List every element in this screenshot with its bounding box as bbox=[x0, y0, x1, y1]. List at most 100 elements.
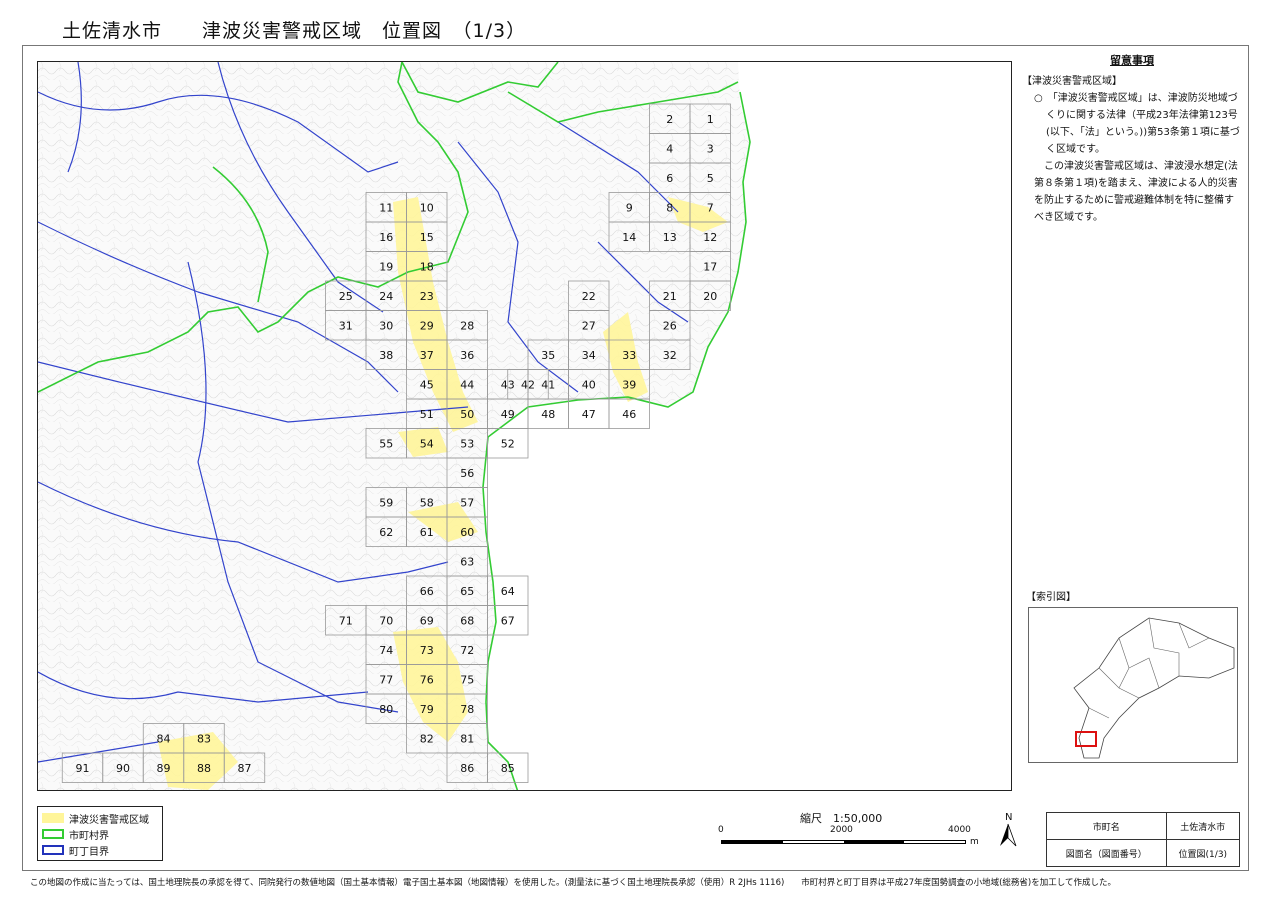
map-tile-label: 84 bbox=[157, 732, 171, 745]
map-tile-label: 49 bbox=[501, 408, 515, 421]
map-tile-label: 16 bbox=[379, 231, 393, 244]
map-tile-label: 91 bbox=[76, 762, 90, 775]
map-tile-label: 32 bbox=[663, 349, 677, 362]
notes-paragraph-2: この津波災害警戒区域は、津波浸水想定(法第８条第１項)を踏まえ、津波による人的災… bbox=[1034, 161, 1238, 223]
legend-item-municipal-boundary: 市町村界 bbox=[42, 826, 158, 842]
map-tile-label: 24 bbox=[379, 290, 393, 303]
map-tile-label: 8 bbox=[666, 201, 673, 214]
info-municipality-label: 市町名 bbox=[1046, 812, 1167, 840]
map-tile-label: 13 bbox=[663, 231, 677, 244]
notes-paragraph-1: ○ 「津波災害警戒区域」は、津波防災地域づくりに関する法律（平成23年法律第12… bbox=[1034, 93, 1240, 155]
map-tile-label: 28 bbox=[460, 319, 474, 332]
map-tile-label: 82 bbox=[420, 732, 434, 745]
map-tile-label: 57 bbox=[460, 496, 474, 509]
north-arrow: N bbox=[996, 812, 1020, 848]
scale-title: 縮尺 1:50,000 bbox=[800, 812, 883, 825]
map-tile-label: 2 bbox=[666, 113, 673, 126]
map-tile-label: 54 bbox=[420, 437, 434, 450]
north-arrow-icon bbox=[1000, 823, 1017, 847]
map-tile-label: 44 bbox=[460, 378, 474, 391]
footer-credit: この地図の作成に当たっては、国土地理院長の承認を得て、同院発行の数値地図（国土基… bbox=[30, 878, 1116, 888]
map-tile-label: 35 bbox=[541, 349, 555, 362]
map-tile-label: 21 bbox=[663, 290, 677, 303]
map-tile-label: 34 bbox=[582, 349, 596, 362]
map-tile-label: 14 bbox=[622, 231, 636, 244]
map-tile-label: 20 bbox=[703, 290, 717, 303]
map-tile-label: 72 bbox=[460, 644, 474, 657]
map-tile-label: 12 bbox=[703, 231, 717, 244]
map-tile-label: 88 bbox=[197, 762, 211, 775]
map-tile-label: 11 bbox=[379, 201, 393, 214]
map-tile-label: 85 bbox=[501, 762, 515, 775]
map-tile-label: 40 bbox=[582, 378, 596, 391]
map-tile-label: 67 bbox=[501, 614, 515, 627]
map-tile-label: 17 bbox=[703, 260, 717, 273]
map-tile-label: 6 bbox=[666, 172, 673, 185]
map-tile-label: 61 bbox=[420, 526, 434, 539]
map-tile-label: 18 bbox=[420, 260, 434, 273]
legend-label: 町丁目界 bbox=[69, 846, 109, 858]
map-tile-label: 9 bbox=[626, 201, 633, 214]
map-tile-label: 48 bbox=[541, 408, 555, 421]
notes-section-title: 【津波災害警戒区域】 bbox=[1022, 76, 1122, 87]
legend-item-tsunami-zone: 津波災害警戒区域 bbox=[42, 810, 158, 826]
map-tile-label: 90 bbox=[116, 762, 130, 775]
map-tile-label: 89 bbox=[157, 762, 171, 775]
map-tile-label: 51 bbox=[420, 408, 434, 421]
info-drawing-value: 位置図(1/3) bbox=[1165, 839, 1241, 867]
scale-tick-4000: 4000 bbox=[948, 825, 971, 835]
map-tile-label: 1 bbox=[707, 113, 714, 126]
map-tile-label: 75 bbox=[460, 673, 474, 686]
map-tile-label: 10 bbox=[420, 201, 434, 214]
legend-item-town-boundary: 町丁目界 bbox=[42, 842, 158, 858]
map-tile-label: 53 bbox=[460, 437, 474, 450]
map-tile-label: 38 bbox=[379, 349, 393, 362]
scale-tick-0: 0 bbox=[718, 825, 724, 835]
map-tile-label: 73 bbox=[420, 644, 434, 657]
page-title: 土佐清水市 津波災害警戒区域 位置図 （1/3） bbox=[62, 20, 527, 42]
map-tile-label: 76 bbox=[420, 673, 434, 686]
map-tile-label: 19 bbox=[379, 260, 393, 273]
map-tile-label: 30 bbox=[379, 319, 393, 332]
notes-panel: 留意事項 【津波災害警戒区域】 ○ 「津波災害警戒区域」は、津波防災地域づくりに… bbox=[1022, 52, 1242, 226]
legend: 津波災害警戒区域 市町村界 町丁目界 bbox=[37, 806, 163, 861]
map-tile-label: 46 bbox=[622, 408, 636, 421]
index-map bbox=[1028, 607, 1238, 763]
notes-heading: 留意事項 bbox=[1110, 54, 1154, 67]
legend-label: 市町村界 bbox=[69, 830, 109, 842]
map-tile-label: 31 bbox=[339, 319, 353, 332]
map-tile-label: 27 bbox=[582, 319, 596, 332]
map-tile-label: 77 bbox=[379, 673, 393, 686]
map-tile-label: 79 bbox=[420, 703, 434, 716]
map-tile-label: 66 bbox=[420, 585, 434, 598]
map-tile-label: 71 bbox=[339, 614, 353, 627]
map-tile-label: 83 bbox=[197, 732, 211, 745]
map-tile-label: 39 bbox=[622, 378, 636, 391]
map-tile-label: 47 bbox=[582, 408, 596, 421]
map-tile-label: 5 bbox=[707, 172, 714, 185]
map-tile-label: 37 bbox=[420, 349, 434, 362]
map-tile-label: 60 bbox=[460, 526, 474, 539]
map-tile-label: 15 bbox=[420, 231, 434, 244]
map-tile-label: 43 bbox=[501, 378, 515, 391]
index-map-label: 【索引図】 bbox=[1026, 592, 1076, 603]
scale-bar: 縮尺 1:50,000 0 2000 4000 m bbox=[718, 810, 988, 850]
info-municipality-value: 土佐清水市 bbox=[1165, 812, 1241, 840]
map-tile-label: 81 bbox=[460, 732, 474, 745]
map-tile-label: 7 bbox=[707, 201, 714, 214]
map-tile-label: 70 bbox=[379, 614, 393, 627]
map-tile-label: 59 bbox=[379, 496, 393, 509]
map-tile-label: 55 bbox=[379, 437, 393, 450]
index-map-canvas bbox=[1073, 617, 1235, 759]
map-tile-label: 65 bbox=[460, 585, 474, 598]
info-table: 市町名 土佐清水市 図面名（図面番号） 位置図(1/3) bbox=[1046, 812, 1241, 867]
map-tile-label: 56 bbox=[460, 467, 474, 480]
main-map[interactable]: 1 2 3 4 5 6 7 8 9 10 11 12 13 14 15 16 17 18 19 20 21 22 23 24 2… bbox=[37, 61, 1012, 791]
map-tile-label: 62 bbox=[379, 526, 393, 539]
map-tile-label: 74 bbox=[379, 644, 393, 657]
map-tile-label: 3 bbox=[707, 142, 714, 155]
map-tile-label: 23 bbox=[420, 290, 434, 303]
map-tile-label: 80 bbox=[379, 703, 393, 716]
map-tile-label: 25 bbox=[339, 290, 353, 303]
map-tile-label: 36 bbox=[460, 349, 474, 362]
